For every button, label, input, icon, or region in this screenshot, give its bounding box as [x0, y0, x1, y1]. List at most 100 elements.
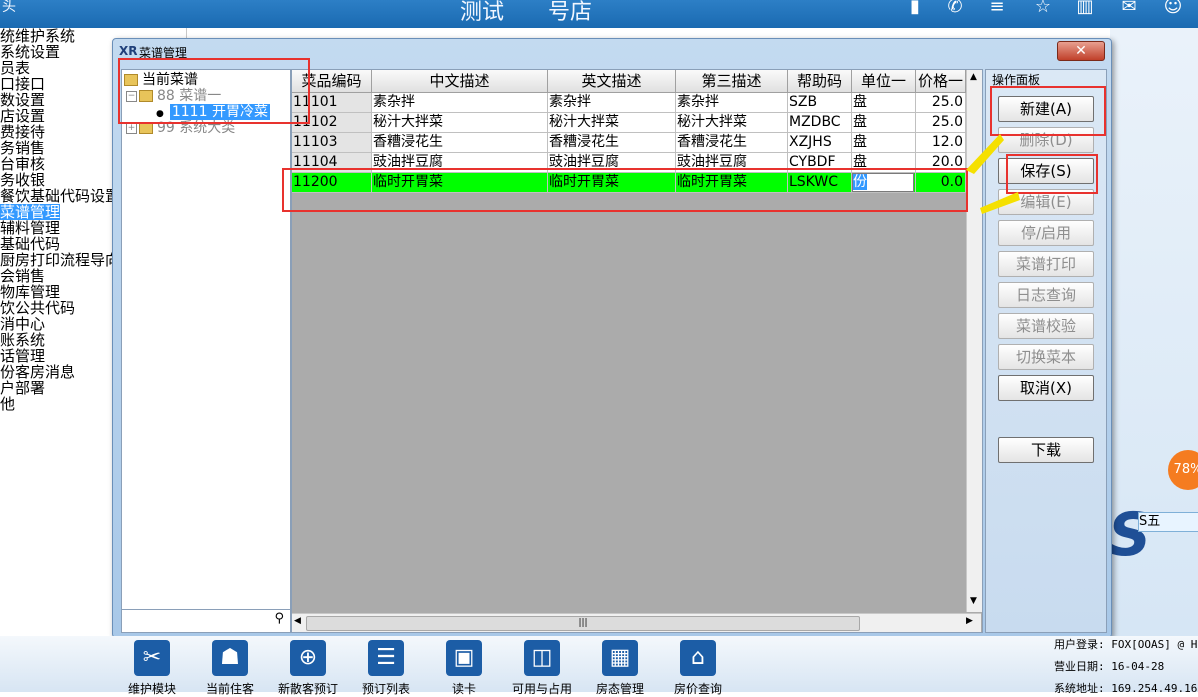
menu-item[interactable]: 物库管理 [0, 284, 60, 300]
menu-item[interactable]: 统维护系统 [0, 28, 75, 44]
menu-item[interactable]: 话管理 [0, 348, 45, 364]
table-cell[interactable]: LSKWC [788, 173, 852, 193]
verify-menu-button[interactable]: 菜谱校验 [998, 313, 1094, 339]
table-cell[interactable]: MZDBC [788, 113, 852, 133]
search-icon[interactable]: ⚲ [274, 611, 284, 626]
table-cell[interactable]: 11102 [292, 113, 372, 133]
taskbar-button-rate-query[interactable]: ⌂ 房价查询 [658, 636, 738, 696]
table-cell[interactable]: 秘汁大拌菜 [372, 113, 548, 133]
menu-item[interactable]: 饮公共代码 [0, 300, 75, 316]
table-cell[interactable]: CYBDF [788, 153, 852, 173]
menu-item[interactable]: 务收银 [0, 172, 45, 188]
table-cell[interactable]: 20.0 [916, 153, 966, 173]
menu-item[interactable]: 户部署 [0, 380, 45, 396]
menu-item[interactable]: 台审核 [0, 156, 45, 172]
table-cell[interactable]: 盘 [852, 133, 916, 153]
menu-item[interactable]: 份客房消息 [0, 364, 75, 380]
table-cell[interactable]: 25.0 [916, 93, 966, 113]
taskbar-button-current-guests[interactable]: ☗ 当前住客 [190, 636, 270, 696]
table-cell[interactable]: 份 [852, 173, 916, 193]
menu-item[interactable]: 消中心 [0, 316, 45, 332]
menu-item[interactable]: 基础代码 [0, 236, 60, 252]
mail-icon[interactable]: ✉ [1116, 0, 1142, 16]
table-cell[interactable]: 秘汁大拌菜 [548, 113, 676, 133]
cancel-button[interactable]: 取消(X) [998, 375, 1094, 401]
table-cell[interactable]: 盘 [852, 93, 916, 113]
menu-item[interactable]: 店设置 [0, 108, 45, 124]
menu-item[interactable]: 系统设置 [0, 44, 60, 60]
menu-item[interactable]: 务销售 [0, 140, 45, 156]
switch-menu-button[interactable]: 切换菜本 [998, 344, 1094, 370]
taskbar-button-reservation-list[interactable]: ☰ 预订列表 [346, 636, 426, 696]
toggle-enable-button[interactable]: 停/启用 [998, 220, 1094, 246]
menu-item[interactable]: 厨房打印流程导向 [0, 252, 120, 268]
table-cell[interactable]: SZB [788, 93, 852, 113]
table-cell[interactable]: 盘 [852, 113, 916, 133]
column-header[interactable]: 英文描述 [548, 70, 676, 93]
taskbar-button-read-card[interactable]: ▣ 读卡 [424, 636, 504, 696]
table-cell[interactable]: 豉油拌豆腐 [372, 153, 548, 173]
user-icon[interactable]: ☺ [1160, 0, 1186, 16]
menu-item[interactable]: 他 [0, 396, 15, 412]
taskbar-button-maintenance[interactable]: ✂ 维护模块 [112, 636, 192, 696]
column-header[interactable]: 第三描述 [676, 70, 788, 93]
menu-icon[interactable]: ≡ [984, 0, 1010, 16]
tree-node-root[interactable]: 当前菜谱 [124, 72, 198, 88]
chart-icon[interactable]: ▥ [1072, 0, 1098, 16]
print-menu-button[interactable]: 菜谱打印 [998, 251, 1094, 277]
unit-input[interactable]: 份 [852, 173, 914, 192]
tree-node-menu-one[interactable]: − 88 菜谱一 [126, 88, 221, 104]
table-cell[interactable]: 盘 [852, 153, 916, 173]
menu-item[interactable]: 会销售 [0, 268, 45, 284]
phone-icon[interactable]: ✆ [942, 0, 968, 16]
column-header[interactable]: 菜品编码 [292, 70, 372, 93]
scroll-left-icon[interactable]: ◀ [294, 616, 301, 626]
table-cell[interactable]: 临时开胃菜 [548, 173, 676, 193]
scroll-thumb[interactable]: ||| [306, 616, 860, 631]
table-cell[interactable]: 11200 [292, 173, 372, 193]
table-cell[interactable]: 秘汁大拌菜 [676, 113, 788, 133]
log-query-button[interactable]: 日志查询 [998, 282, 1094, 308]
table-cell[interactable]: 香糟浸花生 [372, 133, 548, 153]
table-cell[interactable]: 临时开胃菜 [676, 173, 788, 193]
taskbar-button-new-reservation[interactable]: ⊕ 新散客预订 [268, 636, 348, 696]
table-cell[interactable]: 11103 [292, 133, 372, 153]
scroll-right-icon[interactable]: ▶ [966, 616, 973, 626]
taskbar-button-availability[interactable]: ◫ 可用与占用 [502, 636, 582, 696]
table-cell[interactable]: 素杂拌 [548, 93, 676, 113]
star-icon[interactable]: ☆ [1030, 0, 1056, 16]
table-cell[interactable]: 临时开胃菜 [372, 173, 548, 193]
menu-item[interactable]: 菜谱管理 [0, 204, 61, 220]
table-cell[interactable]: 素杂拌 [372, 93, 548, 113]
table-cell[interactable]: 素杂拌 [676, 93, 788, 113]
horizontal-scrollbar[interactable]: ◀ ||| ▶ [292, 613, 981, 632]
close-button[interactable]: ✕ [1057, 41, 1105, 61]
table-cell[interactable]: 0.0 [916, 173, 966, 193]
scroll-up-icon[interactable]: ▲ [970, 72, 977, 82]
table-cell[interactable]: 豉油拌豆腐 [676, 153, 788, 173]
signal-icon[interactable]: ▮ [902, 0, 928, 16]
menu-item[interactable]: 口接口 [0, 76, 45, 92]
menu-item[interactable]: 餐饮基础代码设置 [0, 188, 120, 204]
collapse-icon[interactable]: − [126, 90, 137, 102]
menu-item[interactable]: 费接待 [0, 124, 45, 140]
taskbar-button-room-status[interactable]: ▦ 房态管理 [580, 636, 660, 696]
table-cell[interactable]: 香糟浸花生 [548, 133, 676, 153]
ime-toolbar[interactable]: S五 [1138, 512, 1198, 532]
table-cell[interactable]: 香糟浸花生 [676, 133, 788, 153]
table-cell[interactable]: 25.0 [916, 113, 966, 133]
column-header[interactable]: 中文描述 [372, 70, 548, 93]
table-cell[interactable]: 11101 [292, 93, 372, 113]
tree-node-appetizer[interactable]: ● 1111 开胃冷菜 [156, 104, 270, 120]
tree-node-system-category[interactable]: +99 系统大类 [126, 120, 235, 136]
download-button[interactable]: 下载 [998, 437, 1094, 463]
menu-item[interactable]: 辅料管理 [0, 220, 60, 236]
table-cell[interactable]: 11104 [292, 153, 372, 173]
scroll-down-icon[interactable]: ▼ [970, 596, 977, 606]
column-header[interactable]: 帮助码 [788, 70, 852, 93]
column-header[interactable]: 价格一 [916, 70, 966, 93]
table-cell[interactable]: 12.0 [916, 133, 966, 153]
table-cell[interactable]: 豉油拌豆腐 [548, 153, 676, 173]
menu-item[interactable]: 账系统 [0, 332, 45, 348]
menu-item[interactable]: 数设置 [0, 92, 45, 108]
